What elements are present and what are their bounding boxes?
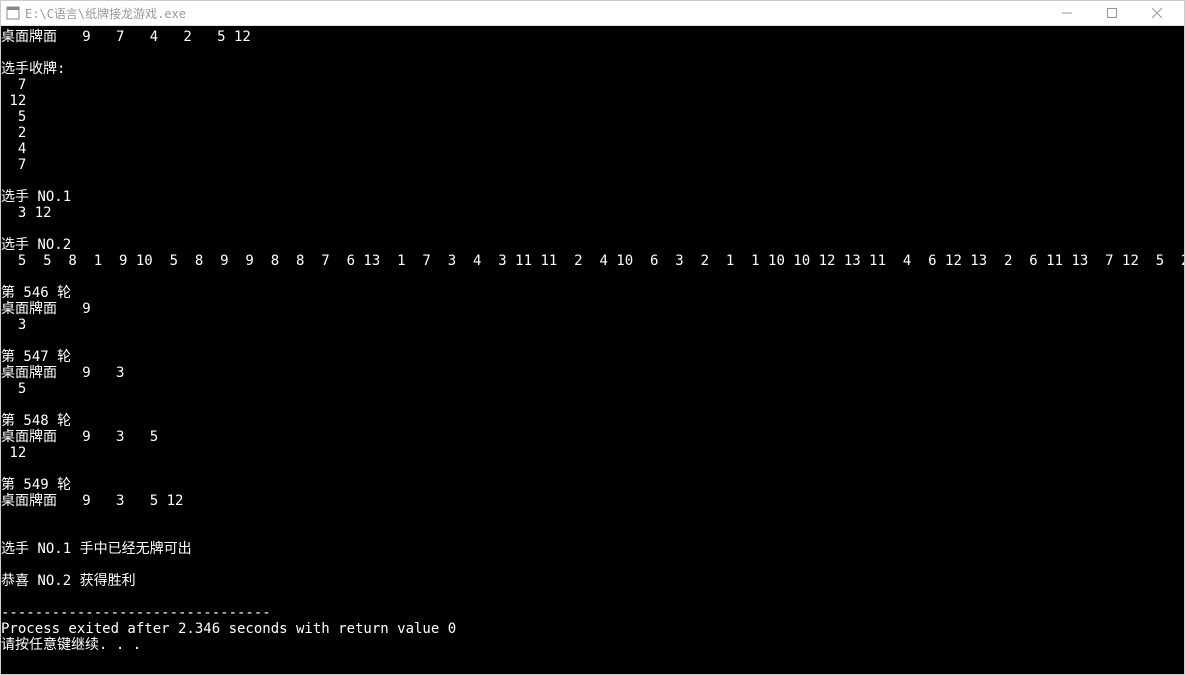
console-output[interactable]: 桌面牌面 9 7 4 2 5 12 选手收牌: 7 12 5 2 4 7 选手 … [1, 26, 1184, 674]
window-controls [1044, 1, 1179, 26]
window-title: E:\C语言\纸牌接龙游戏.exe [25, 5, 1044, 22]
minimize-button[interactable] [1044, 1, 1089, 26]
app-icon [6, 6, 20, 20]
maximize-button[interactable] [1089, 1, 1134, 26]
close-button[interactable] [1134, 1, 1179, 26]
titlebar: E:\C语言\纸牌接龙游戏.exe [1, 1, 1184, 26]
console-window: E:\C语言\纸牌接龙游戏.exe 桌面牌面 9 7 4 2 5 12 选手收牌… [0, 0, 1185, 675]
